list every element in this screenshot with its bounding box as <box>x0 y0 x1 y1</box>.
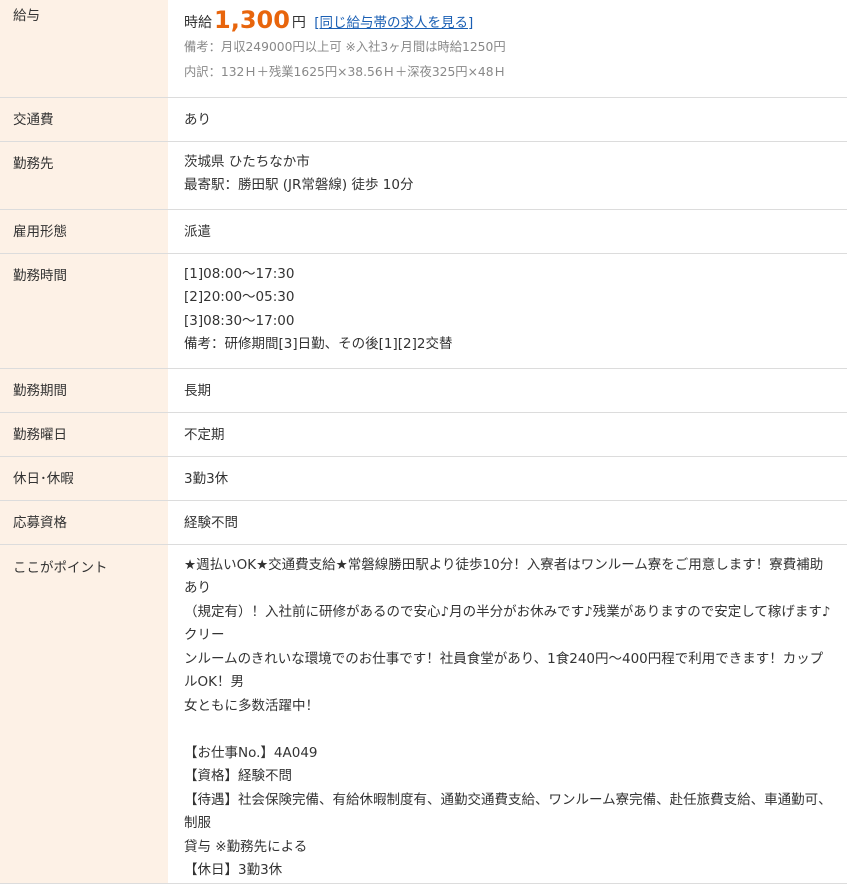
holiday-label: 休日･休暇 <box>13 470 74 487</box>
point-line: 女ともに多数活躍中！ <box>184 697 319 714</box>
hours-label-cell: 勤務時間 <box>0 253 168 368</box>
hours-line: [1]08:00～17:30 <box>184 265 295 282</box>
point-detail-line: 貸与 ※勤務先による <box>184 838 308 855</box>
hours-label: 勤務時間 <box>13 267 67 284</box>
salary-value-cell: 時給1,300 円 [同じ給与帯の求人を見る] 備考：月収249000円以上可 ※… <box>168 0 847 97</box>
point-line: ンルームのきれいな環境でのお仕事です！社員食堂があり、1食240円～400円程で… <box>184 650 824 691</box>
point-gap <box>184 718 835 742</box>
job-detail-table: 給与 時給1,300 円 [同じ給与帯の求人を見る] 備考：月収249000円以上… <box>0 0 847 884</box>
salary-line: 時給1,300 円 [同じ給与帯の求人を見る] <box>184 6 835 37</box>
workplace-row: 勤務先 茨城県 ひたちなか市 最寄駅：勝田駅 (JR常磐線) 徒歩 10分 <box>0 141 847 209</box>
transport-label: 交通費 <box>13 111 54 128</box>
holiday-value: 3勤3休 <box>184 470 229 487</box>
days-row: 勤務曜日 不定期 <box>0 412 847 456</box>
employment-label-cell: 雇用形態 <box>0 209 168 253</box>
employment-value: 派遣 <box>184 223 211 240</box>
qualification-row: 応募資格 経験不問 <box>0 500 847 544</box>
point-line: ★週払いOK★交通費支給★常磐線勝田駅より徒歩10分！入寮者はワンルーム寮をご用… <box>184 556 824 597</box>
employment-row: 雇用形態 派遣 <box>0 209 847 253</box>
transport-value-cell: あり <box>168 97 847 141</box>
period-row: 勤務期間 長期 <box>0 368 847 412</box>
period-value: 長期 <box>184 382 211 399</box>
workplace-label-cell: 勤務先 <box>0 141 168 209</box>
days-label: 勤務曜日 <box>13 426 67 443</box>
salary-unit: 円 <box>291 15 306 31</box>
days-label-cell: 勤務曜日 <box>0 412 168 456</box>
point-line: （規定有）！入社前に研修があるので安心♪月の半分がお休みです♪残業がありますので… <box>184 603 831 644</box>
point-detail-line: 【資格】経験不問 <box>184 768 292 784</box>
salary-note-1: 備考：月収249000円以上可 ※入社3ヶ月間は時給1250円 <box>184 40 506 54</box>
transport-value: あり <box>184 111 211 128</box>
salary-label-cell: 給与 <box>0 0 168 97</box>
qualification-label: 応募資格 <box>13 514 67 531</box>
point-value-cell: ★週払いOK★交通費支給★常磐線勝田駅より徒歩10分！入寮者はワンルーム寮をご用… <box>168 544 847 883</box>
hours-line: [2]20:00～05:30 <box>184 289 295 305</box>
hours-line: [3]08:30～17:00 <box>184 312 295 329</box>
point-detail-line: 【お仕事No.】4A049 <box>184 744 318 761</box>
salary-amount: 1,300 <box>214 6 290 34</box>
transport-label-cell: 交通費 <box>0 97 168 141</box>
salary-prefix: 時給 <box>184 15 212 31</box>
period-label: 勤務期間 <box>13 382 67 399</box>
salary-label: 給与 <box>13 8 40 24</box>
transport-row: 交通費 あり <box>0 97 847 141</box>
qualification-label-cell: 応募資格 <box>0 500 168 544</box>
point-detail-line: 【待遇】社会保険完備、有給休暇制度有、通勤交通費支給、ワンルーム寮完備、赴任旅費… <box>184 791 832 832</box>
point-row: ここがポイント ★週払いOK★交通費支給★常磐線勝田駅より徒歩10分！入寮者はワ… <box>0 544 847 883</box>
days-value: 不定期 <box>184 426 225 443</box>
same-salary-jobs-link[interactable]: [同じ給与帯の求人を見る] <box>314 15 473 31</box>
workplace-station: 最寄駅：勝田駅 (JR常磐線) 徒歩 10分 <box>184 177 414 193</box>
holiday-value-cell: 3勤3休 <box>168 456 847 500</box>
salary-row: 給与 時給1,300 円 [同じ給与帯の求人を見る] 備考：月収249000円以上… <box>0 0 847 97</box>
hours-note: 備考：研修期間[3]日勤、その後[1][2]2交替 <box>184 336 453 352</box>
point-label-cell: ここがポイント <box>0 544 168 883</box>
point-label: ここがポイント <box>13 559 108 576</box>
qualification-value: 経験不問 <box>184 514 238 531</box>
period-value-cell: 長期 <box>168 368 847 412</box>
point-detail-line: 【休日】3勤3休 <box>184 862 283 878</box>
workplace-value-cell: 茨城県 ひたちなか市 最寄駅：勝田駅 (JR常磐線) 徒歩 10分 <box>168 141 847 209</box>
salary-note-2: 内訳：132Ｈ＋残業1625円×38.56Ｈ＋深夜325円×48Ｈ <box>184 65 506 79</box>
workplace-label: 勤務先 <box>13 155 54 172</box>
qualification-value-cell: 経験不問 <box>168 500 847 544</box>
employment-label: 雇用形態 <box>13 223 67 240</box>
period-label-cell: 勤務期間 <box>0 368 168 412</box>
holiday-label-cell: 休日･休暇 <box>0 456 168 500</box>
holiday-row: 休日･休暇 3勤3休 <box>0 456 847 500</box>
employment-value-cell: 派遣 <box>168 209 847 253</box>
hours-row: 勤務時間 [1]08:00～17:30 [2]20:00～05:30 [3]08… <box>0 253 847 368</box>
hours-value-cell: [1]08:00～17:30 [2]20:00～05:30 [3]08:30～1… <box>168 253 847 368</box>
days-value-cell: 不定期 <box>168 412 847 456</box>
workplace-address: 茨城県 ひたちなか市 <box>184 153 310 170</box>
